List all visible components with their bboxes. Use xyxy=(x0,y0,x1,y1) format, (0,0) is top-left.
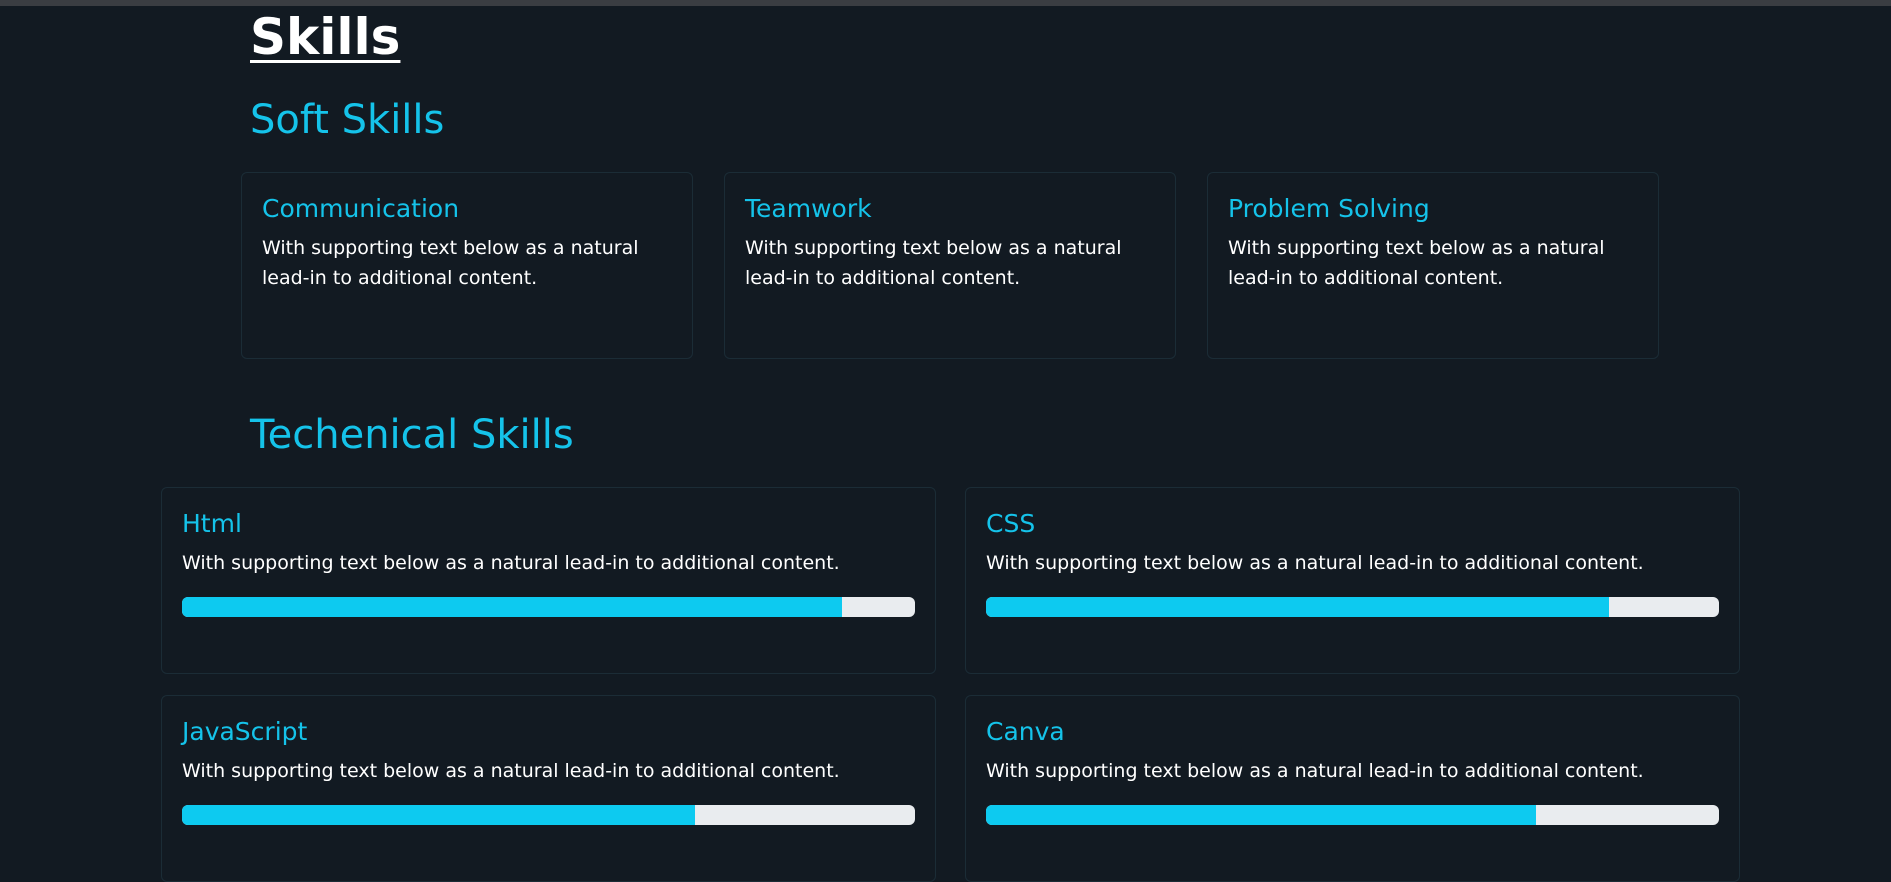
card-title: Teamwork xyxy=(745,194,872,223)
soft-skill-card-communication: Communication With supporting text below… xyxy=(241,172,693,359)
progress-bar xyxy=(182,597,915,617)
progress-bar-fill xyxy=(182,805,696,825)
tech-skill-card-css: CSS With supporting text below as a natu… xyxy=(965,487,1740,674)
card-text: With supporting text below as a natural … xyxy=(182,760,840,782)
card-title: Problem Solving xyxy=(1228,194,1430,223)
progress-bar-fill xyxy=(986,805,1536,825)
card-text: With supporting text below as a natural … xyxy=(182,552,840,574)
soft-skills-heading: Soft Skills xyxy=(250,97,445,143)
card-title: JavaScript xyxy=(182,717,308,746)
card-text: With supporting text below as a natural … xyxy=(1228,237,1605,289)
progress-bar xyxy=(986,805,1719,825)
soft-skill-card-teamwork: Teamwork With supporting text below as a… xyxy=(724,172,1176,359)
card-title: Canva xyxy=(986,717,1065,746)
card-title: CSS xyxy=(986,509,1036,538)
tech-skill-card-html: Html With supporting text below as a nat… xyxy=(161,487,936,674)
progress-bar-fill xyxy=(986,597,1610,617)
progress-bar xyxy=(986,597,1719,617)
card-text: With supporting text below as a natural … xyxy=(262,237,639,289)
progress-bar xyxy=(182,805,915,825)
tech-skill-card-canva: Canva With supporting text below as a na… xyxy=(965,695,1740,882)
card-text: With supporting text below as a natural … xyxy=(986,552,1644,574)
progress-bar-fill xyxy=(182,597,842,617)
card-title: Html xyxy=(182,509,242,538)
technical-skills-heading: Techenical Skills xyxy=(250,412,574,458)
soft-skill-card-problem-solving: Problem Solving With supporting text bel… xyxy=(1207,172,1659,359)
card-title: Communication xyxy=(262,194,460,223)
card-text: With supporting text below as a natural … xyxy=(745,237,1122,289)
page-title: Skills xyxy=(250,8,401,66)
card-text: With supporting text below as a natural … xyxy=(986,760,1644,782)
tech-skill-card-javascript: JavaScript With supporting text below as… xyxy=(161,695,936,882)
